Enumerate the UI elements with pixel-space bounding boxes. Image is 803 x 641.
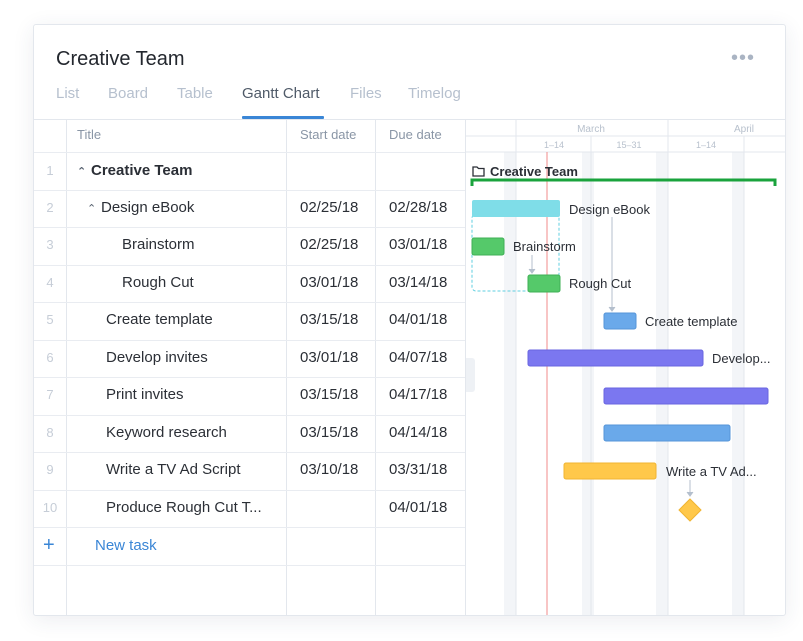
gantt-bar-keyword-research[interactable] [603,424,731,442]
task-title[interactable]: Brainstorm [122,236,195,253]
month-label: March [577,124,605,135]
row-number: 8 [46,425,54,440]
row-number: 10 [42,500,58,515]
task-grid: Title Start date Due date 1 ⌃ Creative Te… [34,119,465,615]
due-date[interactable]: 04/01/18 [389,499,447,516]
gantt-bar-label: Brainstorm [513,239,576,254]
due-date[interactable]: 04/07/18 [389,349,447,366]
weekend-shading [504,152,744,615]
date-range-label: 15–31 [616,140,641,150]
start-date[interactable]: 03/01/18 [300,349,358,366]
tab-timelog[interactable]: Timelog [408,85,461,102]
start-date[interactable]: 03/01/18 [300,274,358,291]
due-date[interactable]: 02/28/18 [389,199,447,216]
start-date[interactable]: 02/25/18 [300,199,358,216]
start-date[interactable]: 03/15/18 [300,424,358,441]
date-range-label: 1–14 [544,140,564,150]
due-date[interactable]: 04/17/18 [389,386,447,403]
gantt-bar-rough-cut[interactable] [527,274,561,293]
due-date[interactable]: 03/31/18 [389,461,447,478]
task-title[interactable]: Rough Cut [122,274,194,291]
gantt-bar-label: Write a TV Ad... [666,464,757,479]
tab-list[interactable]: List [56,85,79,102]
chevron-up-icon[interactable]: ⌃ [87,202,101,215]
project-label: Creative Team [490,164,578,179]
column-header-due-date[interactable]: Due date [389,120,442,152]
gantt-timeline: March April 1–14 15–31 1–14 Creative Tea… [465,119,785,615]
folder-icon [472,166,485,177]
row-number: 1 [46,163,54,178]
ellipsis-icon[interactable]: ••• [731,48,755,68]
tab-table[interactable]: Table [177,85,213,102]
due-date[interactable]: 03/01/18 [389,236,447,253]
row-number: 6 [46,350,54,365]
project-card: Creative Team ••• List Board Table Gantt… [33,24,786,616]
due-date[interactable]: 03/14/18 [389,274,447,291]
column-header-title[interactable]: Title [77,120,101,152]
date-range-label: 1–14 [696,140,716,150]
start-date[interactable]: 03/10/18 [300,461,358,478]
task-title[interactable]: ⌃ Design eBook [87,199,194,216]
milestone-diamond[interactable] [678,498,702,522]
row-number: 2 [46,200,54,215]
gantt-bar-create-template[interactable] [603,312,637,330]
gantt-bar-print-invites[interactable] [603,387,769,405]
start-date[interactable]: 03/15/18 [300,311,358,328]
due-date[interactable]: 04/01/18 [389,311,447,328]
row-number: 7 [46,387,54,402]
row-number: 4 [46,275,54,290]
start-date[interactable]: 03/15/18 [300,386,358,403]
new-task-button[interactable]: New task [95,537,157,554]
gantt-bar-label: Create template [645,314,738,329]
start-date[interactable]: 02/25/18 [300,236,358,253]
task-title[interactable]: ⌃ Creative Team [77,162,192,179]
gantt-bar-label: Design eBook [569,202,650,217]
month-label: April [734,124,754,135]
gantt-bar-brainstorm[interactable] [471,237,505,256]
gantt-bar-develop-invites[interactable] [527,349,704,367]
page-title: Creative Team [56,48,185,70]
chevron-up-icon[interactable]: ⌃ [77,165,91,178]
due-date[interactable]: 04/14/18 [389,424,447,441]
task-title[interactable]: Create template [106,311,213,328]
gantt-bar-write-tv-ad-script[interactable] [563,462,657,480]
row-number: 9 [46,462,54,477]
project-summary-bar[interactable] [470,178,777,186]
gantt-bar-design-ebook[interactable] [472,200,560,217]
task-title[interactable]: Develop invites [106,349,208,366]
task-title[interactable]: Write a TV Ad Script [106,461,241,478]
row-number: 5 [46,312,54,327]
tab-gantt-chart[interactable]: Gantt Chart [242,85,320,102]
row-number: 3 [46,237,54,252]
gantt-bar-label: Develop... [712,351,771,366]
column-header-start-date[interactable]: Start date [300,120,356,152]
task-title[interactable]: Print invites [106,386,184,403]
add-task-icon[interactable]: + [43,534,55,557]
gantt-bar-label: Rough Cut [569,276,632,291]
task-title[interactable]: Produce Rough Cut T... [106,499,262,516]
task-title[interactable]: Keyword research [106,424,227,441]
tab-files[interactable]: Files [350,85,382,102]
tab-board[interactable]: Board [108,85,148,102]
